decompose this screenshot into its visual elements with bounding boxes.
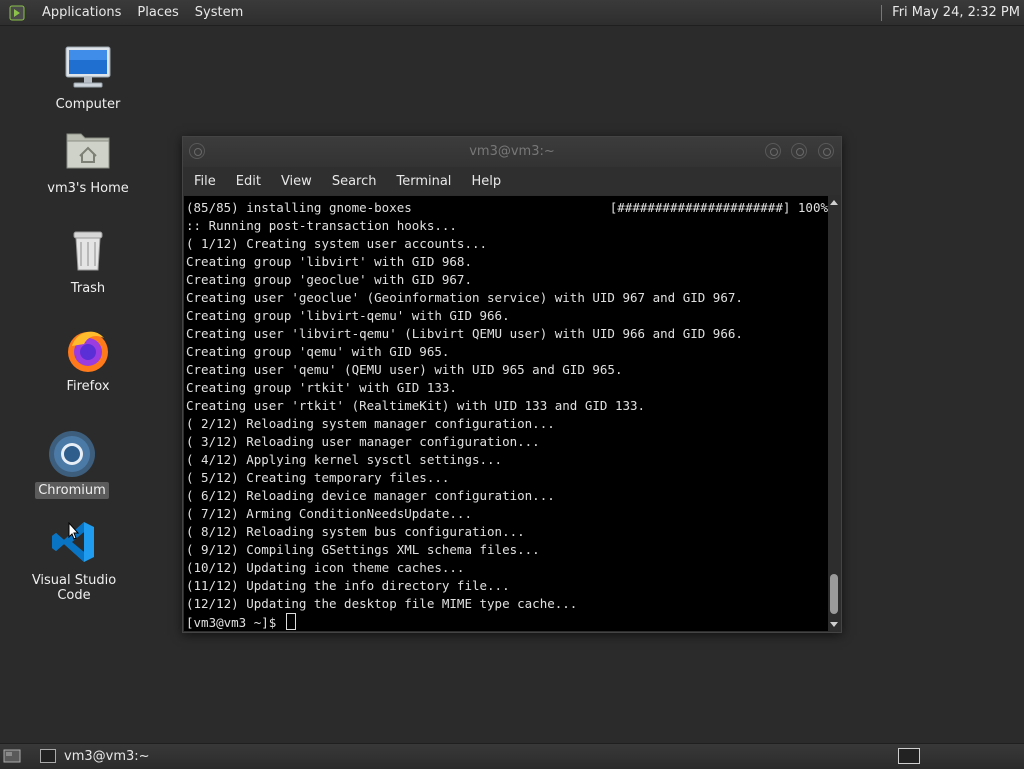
window-title: vm3@vm3:~ [469,144,555,159]
terminal-window[interactable]: vm3@vm3:~ File Edit View Search Terminal… [182,136,842,633]
desktop-icon-label: Firefox [66,379,110,394]
desktop-icon-label: Computer [55,97,121,112]
terminal-line: ( 4/12) Applying kernel sysctl settings.… [186,452,503,467]
terminal-line: Creating user 'qemu' (QEMU user) with UI… [186,362,623,377]
terminal-line: ( 6/12) Reloading device manager configu… [186,488,555,503]
scroll-up-arrow-icon[interactable] [830,200,838,205]
desktop-icon-computer[interactable]: Computer [33,44,143,113]
terminal-line: Creating group 'qemu' with GID 965. [186,344,450,359]
menu-terminal[interactable]: Terminal [386,174,461,189]
terminal-line: (85/85) installing gnome-boxes [#########… [186,199,828,217]
top-panel: Applications Places System Fri May 24, 2… [0,0,1024,26]
computer-icon [64,44,112,92]
menu-file[interactable]: File [183,174,226,189]
firefox-icon [64,326,112,374]
close-button[interactable] [818,143,834,159]
terminal-line: ( 5/12) Creating temporary files... [186,470,450,485]
terminal-line: ( 3/12) Reloading user manager configura… [186,434,540,449]
clock-label[interactable]: Fri May 24, 2:32 PM [892,0,1020,25]
panel-separator [881,4,883,21]
desktop-icon-label: vm3's Home [47,181,129,196]
terminal-line: (12/12) Updating the desktop file MIME t… [186,596,578,611]
applications-menu[interactable]: Applications [34,0,129,25]
desktop-icon-home[interactable]: vm3's Home [33,128,143,197]
bottom-panel: vm3@vm3:~ [0,743,1024,769]
terminal-line: (11/12) Updating the info directory file… [186,578,510,593]
places-menu[interactable]: Places [129,0,186,25]
terminal-line: Creating group 'libvirt-qemu' with GID 9… [186,308,510,323]
menu-search[interactable]: Search [322,174,387,189]
show-desktop-icon[interactable] [3,748,21,764]
clock[interactable]: Fri May 24, 2:32 PM [881,0,1020,25]
terminal-line: ( 1/12) Creating system user accounts... [186,236,488,251]
terminal-line: ( 9/12) Compiling GSettings XML schema f… [186,542,540,557]
desktop-icon-label: Chromium [35,482,109,499]
maximize-button[interactable] [791,143,807,159]
chromium-icon [48,430,96,478]
trash-icon [64,228,112,276]
terminal-line: ( 7/12) Arming ConditionNeedsUpdate... [186,506,472,521]
desktop-icon-trash[interactable]: Trash [33,228,143,297]
taskbar-item-terminal[interactable]: vm3@vm3:~ [32,746,202,766]
home-folder-icon [64,128,112,176]
scrollbar-thumb[interactable] [830,574,838,614]
terminal-output[interactable]: (85/85) installing gnome-boxes [#########… [184,196,828,631]
distro-logo-icon[interactable] [8,4,26,22]
terminal-line: :: Running post-transaction hooks... [186,218,457,233]
taskbar-item-label: vm3@vm3:~ [64,748,150,764]
desktop-icon-label: Trash [70,281,106,296]
terminal-line: Creating group 'rtkit' with GID 133. [186,380,457,395]
shell-prompt[interactable]: [vm3@vm3 ~]$ [186,613,828,631]
menu-edit[interactable]: Edit [226,174,271,189]
text-cursor [285,613,296,630]
workspace-switcher[interactable] [898,748,920,764]
system-menu[interactable]: System [187,0,251,25]
minimize-button[interactable] [765,143,781,159]
terminal-line: Creating group 'geoclue' with GID 967. [186,272,472,287]
terminal-line: Creating user 'rtkit' (RealtimeKit) with… [186,398,646,413]
terminal-line: ( 8/12) Reloading system bus configurati… [186,524,525,539]
desktop-icon-chromium[interactable]: Chromium [17,430,127,499]
scroll-down-arrow-icon[interactable] [830,622,838,627]
desktop-icon-label: Visual Studio Code [31,573,117,603]
terminal-scrollbar[interactable] [828,196,840,631]
prompt-text: [vm3@vm3 ~]$ [186,615,284,630]
window-titlebar[interactable]: vm3@vm3:~ [183,137,841,167]
terminal-menubar: File Edit View Search Terminal Help [183,167,841,195]
desktop-icon-firefox[interactable]: Firefox [33,326,143,395]
terminal-text: (85/85) installing gnome-boxes [#########… [184,196,828,631]
terminal-icon [40,749,56,763]
terminal-line: Creating user 'libvirt-qemu' (Libvirt QE… [186,326,743,341]
menu-view[interactable]: View [271,174,322,189]
terminal-line: ( 2/12) Reloading system manager configu… [186,416,555,431]
terminal-line: (10/12) Updating icon theme caches... [186,560,465,575]
terminal-line: Creating group 'libvirt' with GID 968. [186,254,472,269]
terminal-line: Creating user 'geoclue' (Geoinformation … [186,290,743,305]
install-progress-bar: [######################] 100% [609,200,828,215]
menu-help[interactable]: Help [461,174,511,189]
install-status-text: (85/85) installing gnome-boxes [186,200,412,215]
mouse-cursor-icon [68,521,80,540]
